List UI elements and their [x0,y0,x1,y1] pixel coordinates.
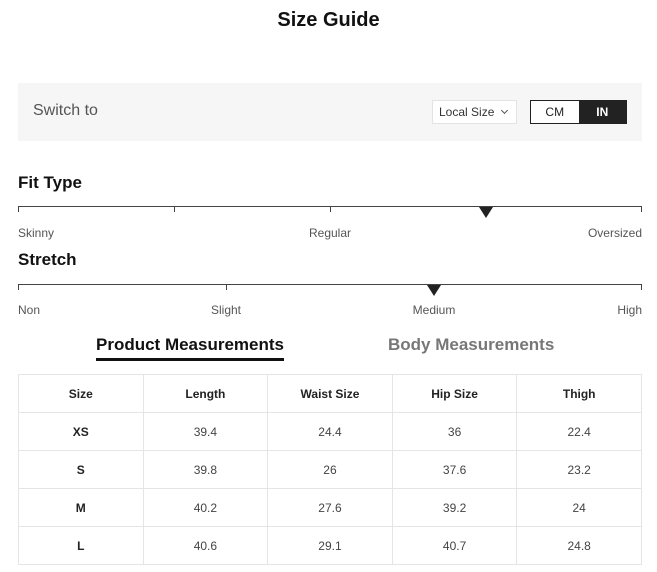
switch-label: Switch to [33,102,98,119]
table-cell: 24 [516,488,642,527]
table-cell: 36 [391,412,518,451]
size-system-value: Local Size [439,105,495,119]
fit-type-labels: Skinny Regular Oversized [18,226,642,242]
table-cell: 24.4 [267,412,393,451]
scale-tick [330,206,331,212]
tab-body-measurements[interactable]: Body Measurements [388,335,554,358]
table-cell: 39.2 [391,488,518,527]
stretch-marker [427,285,442,296]
column-header: Waist Size [267,374,393,413]
scale-tick [18,206,19,212]
stretch-title: Stretch [18,250,77,269]
table-cell: 23.2 [516,450,642,489]
column-header: Length [142,374,269,413]
stretch-label-high: High [617,303,642,317]
table-cell: 26 [267,450,393,489]
table-cell: 39.4 [142,412,269,451]
fit-label-oversized: Oversized [587,226,642,240]
stretch-label-medium: Medium [412,303,456,317]
unit-toggle: CM IN [530,100,627,124]
size-system-dropdown[interactable]: Local Size [432,100,517,124]
measurements-table: Size Length Waist Size Hip Size Thigh XS… [18,374,642,565]
stretch-scale [18,284,642,296]
scale-tick [226,284,227,290]
fit-type-scale [18,206,642,218]
table-cell: 22.4 [516,412,642,451]
fit-type-title: Fit Type [18,173,82,192]
table-row: S 39.8 26 37.6 23.2 [18,450,642,489]
column-header: Size [18,374,144,413]
table-cell: 40.2 [142,488,269,527]
stretch-labels: Non Slight Medium High [18,303,642,319]
stretch-label-slight: Slight [210,303,242,317]
table-cell: 27.6 [267,488,393,527]
stretch-label-non: Non [18,303,41,317]
table-cell: 40.6 [142,526,269,565]
unit-cm-button[interactable]: CM [531,101,579,123]
table-cell: 40.7 [391,526,518,565]
scale-tick [174,206,175,212]
table-header-row: Size Length Waist Size Hip Size Thigh [18,374,642,413]
table-cell: 39.8 [142,450,269,489]
table-cell: 24.8 [516,526,642,565]
scale-tick [18,284,19,290]
unit-switch-bar: Switch to Local Size CM IN [18,83,642,141]
table-cell: 37.6 [391,450,518,489]
table-cell: 29.1 [267,526,393,565]
size-cell: S [18,450,144,489]
scale-tick [641,284,642,290]
table-row: M 40.2 27.6 39.2 24 [18,488,642,527]
unit-in-button[interactable]: IN [578,101,626,123]
size-cell: M [18,488,144,527]
scale-tick [641,206,642,212]
size-cell: L [18,526,144,565]
table-row: XS 39.4 24.4 36 22.4 [18,412,642,451]
chevron-down-icon [500,106,509,115]
size-cell: XS [18,412,144,451]
fit-label-regular: Regular [308,226,352,240]
scale-line [18,284,642,285]
fit-label-skinny: Skinny [18,226,55,240]
fit-type-marker [479,207,493,218]
table-row: L 40.6 29.1 40.7 24.8 [18,526,642,565]
tab-product-measurements[interactable]: Product Measurements [96,335,284,361]
column-header: Hip Size [391,374,518,413]
page-title: Size Guide [277,9,380,31]
column-header: Thigh [516,374,642,413]
